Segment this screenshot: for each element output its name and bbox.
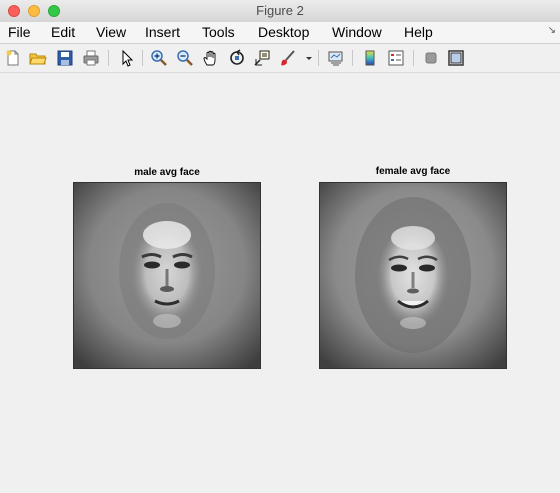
save-icon[interactable] xyxy=(56,49,74,67)
rotate-3d-icon[interactable] xyxy=(228,49,246,67)
zoom-in-icon[interactable] xyxy=(150,49,168,67)
male-avg-face-image xyxy=(73,182,261,369)
axes-title: female avg face xyxy=(375,166,451,177)
menu-view[interactable]: View xyxy=(96,24,126,40)
axes-title: male avg face xyxy=(134,167,200,178)
toolbar-separator xyxy=(413,50,414,66)
legend-icon[interactable] xyxy=(387,49,405,67)
toolbar-separator xyxy=(352,50,353,66)
menu-edit[interactable]: Edit xyxy=(51,24,75,40)
menu-file[interactable]: File xyxy=(8,24,31,40)
open-file-icon[interactable] xyxy=(29,49,47,67)
female-avg-face-image xyxy=(319,182,507,369)
colorbar-icon[interactable] xyxy=(361,49,379,67)
window-titlebar: Figure 2 xyxy=(0,0,560,23)
window-title: Figure 2 xyxy=(256,3,304,18)
zoom-out-icon[interactable] xyxy=(176,49,194,67)
menu-overflow-icon[interactable]: ↘ xyxy=(548,25,556,36)
link-plot-icon[interactable] xyxy=(327,49,345,67)
menu-window[interactable]: Window xyxy=(332,24,382,40)
brush-icon[interactable] xyxy=(279,49,297,67)
toolbar-separator xyxy=(318,50,319,66)
show-plot-tools-icon[interactable] xyxy=(447,49,465,67)
hide-plot-tools-icon[interactable] xyxy=(422,49,440,67)
menu-help[interactable]: Help xyxy=(404,24,433,40)
menu-tools[interactable]: Tools xyxy=(202,24,235,40)
data-cursor-icon[interactable] xyxy=(253,49,271,67)
figure-toolbar xyxy=(0,44,560,73)
toolbar-separator xyxy=(108,50,109,66)
menu-insert[interactable]: Insert xyxy=(145,24,180,40)
print-icon[interactable] xyxy=(82,49,100,67)
toolbar-separator xyxy=(142,50,143,66)
new-figure-icon[interactable] xyxy=(4,49,22,67)
pan-hand-icon[interactable] xyxy=(202,49,220,67)
select-arrow-icon[interactable] xyxy=(118,49,136,67)
menu-bar: File Edit View Insert Tools Desktop Wind… xyxy=(0,22,560,44)
brush-dropdown-icon[interactable] xyxy=(300,49,312,67)
menu-desktop[interactable]: Desktop xyxy=(258,24,309,40)
